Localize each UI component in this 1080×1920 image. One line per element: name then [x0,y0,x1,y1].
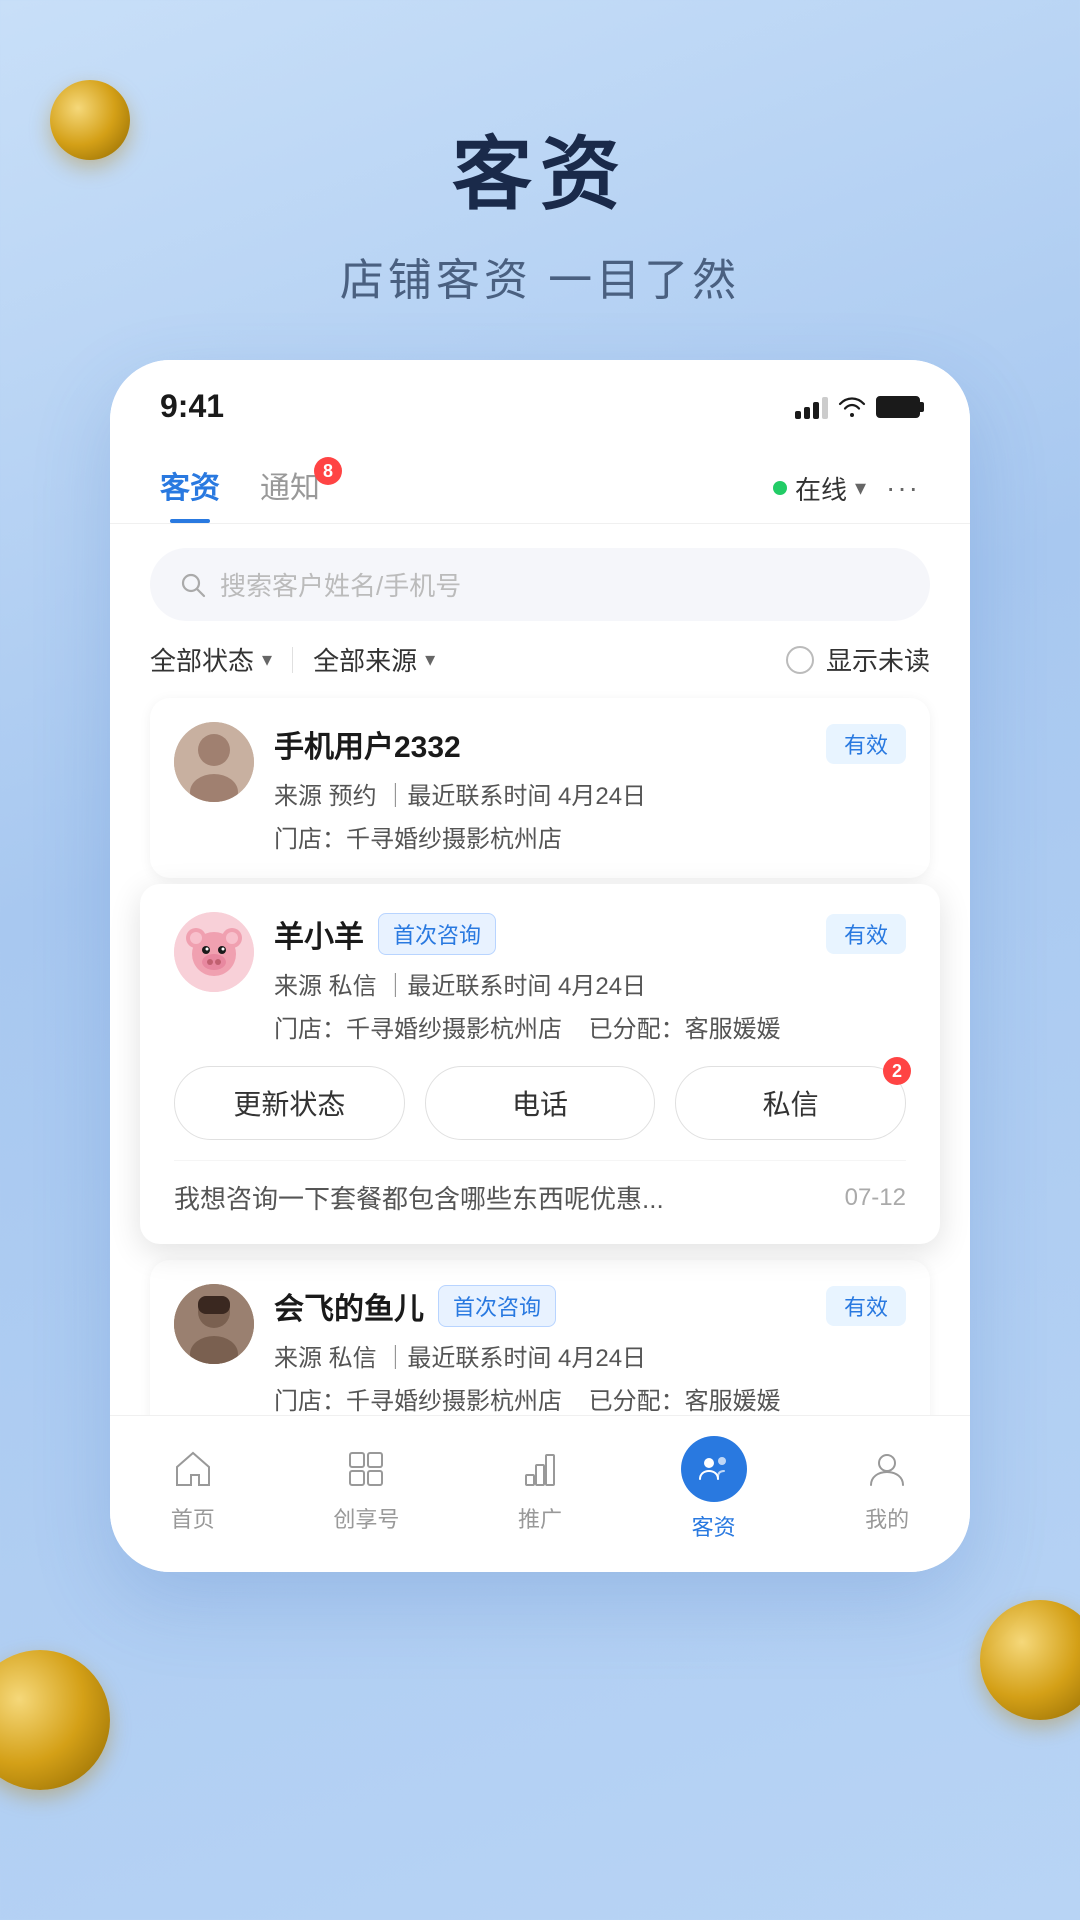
card-meta-2: 来源 私信 ｜最近联系时间 4月24日 [274,966,906,1001]
filter-row: 全部状态 ▾ 全部来源 ▾ 显示未读 [110,641,970,698]
phone-button[interactable]: 电话 [425,1066,656,1140]
card-header-2: 羊小羊 首次咨询 有效 来源 私信 ｜最近联系时间 4月24日 门店：千寻婚纱摄… [174,912,906,1044]
page-title: 客资 [0,110,1080,226]
customer-name-2: 羊小羊 [274,912,364,956]
wifi-icon [838,396,866,418]
status-filter-chevron: ▾ [262,647,272,672]
phone-mockup: 9:41 客资 通知 8 [110,360,970,1572]
nav-tuiguang-label: 推广 [518,1502,562,1534]
search-icon [180,572,206,598]
signal-bars-icon [795,395,828,419]
online-dot [773,481,787,495]
nav-chuanghao-label: 创享号 [333,1502,399,1534]
card-header-1: 手机用户2332 有效 来源 预约 ｜最近联系时间 4月24日 门店：千寻婚纱摄… [174,722,906,854]
message-text-2: 我想咨询一下套餐都包含哪些东西呢优惠... [174,1179,825,1216]
nav-keizi[interactable]: 客资 [681,1436,747,1542]
nav-keizi-label: 客资 [692,1510,736,1542]
customer-card-2[interactable]: 羊小羊 首次咨询 有效 来源 私信 ｜最近联系时间 4月24日 门店：千寻婚纱摄… [140,884,940,1244]
action-buttons-2: 更新状态 电话 私信 2 [174,1066,906,1140]
person-icon [862,1444,912,1494]
nav-home[interactable]: 首页 [168,1444,218,1534]
show-unread-filter[interactable]: 显示未读 [786,641,930,678]
name-row-2: 羊小羊 首次咨询 有效 [274,912,906,956]
message-time-2: 07-12 [845,1184,906,1212]
decoration-ball-bottom-right [980,1600,1080,1720]
update-status-button[interactable]: 更新状态 [174,1066,405,1140]
first-consult-tag-3: 首次咨询 [438,1285,556,1327]
tab-keizi[interactable]: 客资 [160,453,220,523]
card-info-3: 会飞的鱼儿 首次咨询 有效 来源 私信 ｜最近联系时间 4月24日 门店：千寻婚… [274,1284,906,1416]
private-message-button[interactable]: 私信 2 [675,1066,906,1140]
grid-icon [341,1444,391,1494]
nav-tuiguang[interactable]: 推广 [515,1444,565,1534]
avatar-2 [174,912,254,992]
search-placeholder: 搜索客户姓名/手机号 [220,566,461,603]
source-filter[interactable]: 全部来源 ▾ [313,641,435,678]
home-icon [168,1444,218,1494]
customer-card-1[interactable]: 手机用户2332 有效 来源 预约 ｜最近联系时间 4月24日 门店：千寻婚纱摄… [150,698,930,878]
tab-right-actions: 在线 ▾ ··· [773,470,920,507]
card-store-2: 门店：千寻婚纱摄影杭州店 已分配：客服媛媛 [274,1009,906,1044]
status-tag-3: 有效 [826,1286,906,1326]
status-time: 9:41 [160,388,224,425]
first-consult-tag-2: 首次咨询 [378,913,496,955]
search-bar[interactable]: 搜索客户姓名/手机号 [150,548,930,621]
card-store-1: 门店：千寻婚纱摄影杭州店 [274,819,906,854]
decoration-ball-top-left [50,80,130,160]
chart-icon [515,1444,565,1494]
card-info-2: 羊小羊 首次咨询 有效 来源 私信 ｜最近联系时间 4月24日 门店：千寻婚纱摄… [274,912,906,1044]
card-info-1: 手机用户2332 有效 来源 预约 ｜最近联系时间 4月24日 门店：千寻婚纱摄… [274,722,906,854]
battery-icon [876,396,920,418]
private-message-badge: 2 [883,1057,911,1085]
status-tag-1: 有效 [826,724,906,764]
customer-name-3: 会飞的鱼儿 [274,1284,424,1328]
nav-home-label: 首页 [171,1502,215,1534]
tab-tongzhi[interactable]: 通知 8 [260,453,320,523]
notification-badge: 8 [314,457,342,485]
source-filter-chevron: ▾ [425,647,435,672]
status-bar: 9:41 [110,360,970,435]
avatar-1 [174,722,254,802]
name-row-3: 会飞的鱼儿 首次咨询 有效 [274,1284,906,1328]
online-status[interactable]: 在线 ▾ [773,470,866,507]
card-meta-3: 来源 私信 ｜最近联系时间 4月24日 [274,1338,906,1373]
last-message-2: 我想咨询一下套餐都包含哪些东西呢优惠... 07-12 [174,1160,906,1216]
chevron-down-icon: ▾ [855,475,866,501]
bottom-navigation: 首页 创享号 推广 [110,1415,970,1572]
nav-mine-label: 我的 [865,1502,909,1534]
more-options-button[interactable]: ··· [886,472,920,504]
avatar-3 [174,1284,254,1364]
customer-name-1: 手机用户2332 [274,722,461,766]
nav-chuanghao[interactable]: 创享号 [333,1444,399,1534]
customer-list: 手机用户2332 有效 来源 预约 ｜最近联系时间 4月24日 门店：千寻婚纱摄… [110,698,970,1536]
unread-radio [786,646,814,674]
filter-divider [292,647,293,673]
card-meta-1: 来源 预约 ｜最近联系时间 4月24日 [274,776,906,811]
name-row-1: 手机用户2332 有效 [274,722,906,766]
header-section: 客资 店铺客资 一目了然 [0,0,1080,308]
tab-bar: 客资 通知 8 在线 ▾ ··· [110,435,970,524]
decoration-ball-bottom-left [0,1650,110,1790]
nav-mine[interactable]: 我的 [862,1444,912,1534]
card-store-3: 门店：千寻婚纱摄影杭州店 已分配：客服媛媛 [274,1381,906,1416]
card-header-3: 会飞的鱼儿 首次咨询 有效 来源 私信 ｜最近联系时间 4月24日 门店：千寻婚… [174,1284,906,1416]
status-filter[interactable]: 全部状态 ▾ [150,641,272,678]
page-subtitle: 店铺客资 一目了然 [0,244,1080,308]
keizi-nav-icon [681,1436,747,1502]
status-tag-2: 有效 [826,914,906,954]
status-icons [795,395,920,419]
